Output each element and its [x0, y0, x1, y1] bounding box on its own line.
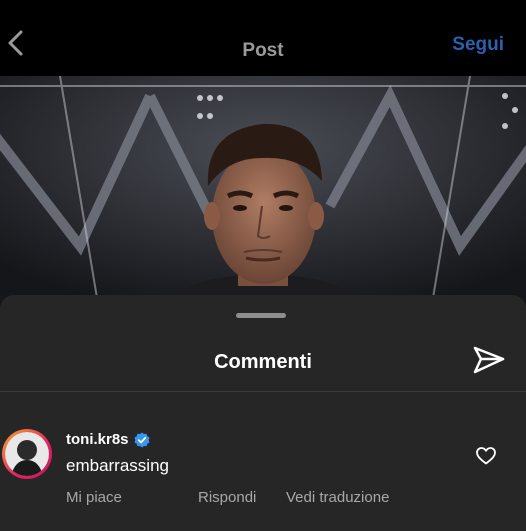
like-comment-button[interactable]: Mi piace: [66, 489, 122, 506]
avatar-photo: [5, 432, 49, 476]
page-title: Post: [242, 40, 284, 61]
comments-sheet: Commenti toni.kr8s embarrassing Mi piace…: [0, 295, 526, 531]
comment-text: embarrassing: [66, 456, 169, 475]
verified-badge-icon: [134, 432, 150, 447]
follow-button[interactable]: Segui: [452, 34, 504, 56]
post-photo: [0, 76, 526, 316]
send-icon[interactable]: [472, 345, 506, 375]
comment-username[interactable]: toni.kr8s: [66, 431, 129, 448]
avatar[interactable]: [2, 429, 52, 479]
drag-handle[interactable]: [236, 313, 286, 318]
reply-button[interactable]: Rispondi: [198, 489, 256, 506]
post-image[interactable]: [0, 76, 526, 316]
heart-icon[interactable]: [476, 447, 496, 465]
sheet-divider: [0, 391, 526, 392]
comment-header: toni.kr8s: [66, 431, 150, 448]
see-translation-button[interactable]: Vedi traduzione: [286, 489, 389, 506]
comments-title: Commenti: [214, 351, 312, 373]
top-bar: Post Segui: [0, 0, 526, 76]
